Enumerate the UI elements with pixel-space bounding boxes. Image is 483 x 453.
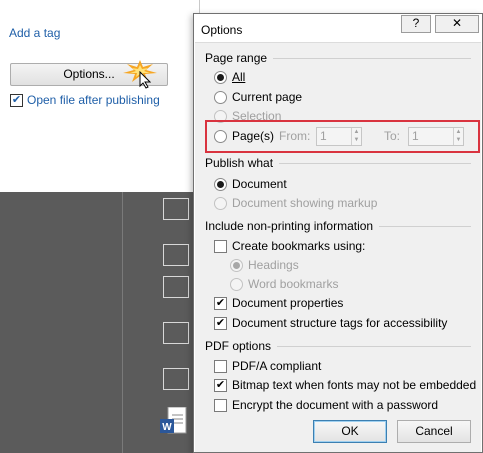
- encrypt-label: Encrypt the document with a password: [232, 398, 439, 412]
- svg-text:W: W: [162, 422, 172, 433]
- add-tag-link[interactable]: Add a tag: [9, 26, 60, 40]
- doc-properties-option[interactable]: ✔ Document properties: [214, 296, 343, 310]
- close-button[interactable]: ✕: [435, 15, 479, 33]
- radio-document[interactable]: Document: [214, 177, 287, 191]
- create-bookmarks-checkbox[interactable]: [214, 239, 227, 253]
- page-range-heading: Page range: [205, 51, 268, 65]
- dialog-title: Options: [201, 23, 243, 37]
- encrypt-option[interactable]: Encrypt the document with a password: [214, 398, 438, 412]
- radio-all-indicator[interactable]: [214, 70, 227, 84]
- radio-current-page-indicator[interactable]: [214, 90, 227, 104]
- doc-structure-label: Document structure tags for accessibilit…: [232, 316, 448, 330]
- mouse-pointer-icon: [139, 71, 151, 89]
- radio-current-page[interactable]: Current page: [214, 90, 302, 104]
- non-printing-heading: Include non-printing information: [205, 219, 374, 233]
- publish-what-group: Publish what: [205, 156, 471, 170]
- radio-headings-label: Headings: [248, 258, 299, 272]
- pdf-options-group: PDF options: [205, 339, 471, 353]
- radio-document-indicator[interactable]: [214, 177, 227, 191]
- to-label: To:: [384, 129, 401, 143]
- folder-icon: [163, 368, 189, 390]
- from-spinner-arrows-icon: ▲ ▼: [351, 128, 361, 145]
- doc-properties-checkbox[interactable]: ✔: [214, 296, 227, 310]
- radio-document-markup: Document showing markup: [214, 196, 377, 210]
- radio-document-label: Document: [232, 177, 287, 191]
- create-bookmarks-label: Create bookmarks using:: [232, 239, 366, 253]
- pdfa-checkbox[interactable]: [214, 359, 227, 373]
- doc-properties-label: Document properties: [232, 296, 344, 310]
- radio-pages-label: Page(s): [232, 129, 275, 143]
- publish-panel: Add a tag Options... ✔ Open file after p…: [0, 0, 200, 190]
- radio-headings-indicator: [230, 258, 243, 272]
- bitmap-text-label: Bitmap text when fonts may not be embedd…: [232, 378, 477, 392]
- ok-button[interactable]: OK: [313, 420, 387, 443]
- create-bookmarks-option[interactable]: Create bookmarks using:: [214, 239, 365, 253]
- bitmap-text-option[interactable]: ✔ Bitmap text when fonts may not be embe…: [214, 378, 476, 392]
- to-spinner-arrows-icon: ▲ ▼: [453, 128, 463, 145]
- open-after-label: Open file after publishing: [27, 93, 160, 107]
- bitmap-text-checkbox[interactable]: ✔: [214, 378, 227, 392]
- radio-pages-indicator[interactable]: [214, 129, 227, 143]
- cancel-button[interactable]: Cancel: [397, 420, 471, 443]
- pdfa-label: PDF/A compliant: [232, 359, 322, 373]
- radio-all[interactable]: All: [214, 70, 245, 84]
- open-after-checkbox[interactable]: ✔: [10, 93, 23, 107]
- radio-all-label: All: [232, 70, 246, 84]
- radio-word-bookmarks-indicator: [230, 277, 243, 291]
- folder-icon: [163, 244, 189, 266]
- radio-document-markup-indicator: [214, 196, 227, 210]
- word-document-icon: W: [160, 407, 187, 434]
- radio-word-bookmarks: Word bookmarks: [230, 277, 338, 291]
- dialog-titlebar[interactable]: Options ? ✕: [194, 14, 482, 42]
- radio-document-markup-label: Document showing markup: [232, 196, 378, 210]
- page-range-group: Page range: [205, 51, 471, 65]
- folder-icon: [163, 322, 189, 344]
- doc-structure-option[interactable]: ✔ Document structure tags for accessibil…: [214, 316, 447, 330]
- radio-word-bookmarks-label: Word bookmarks: [248, 277, 339, 291]
- from-value: 1: [320, 129, 327, 143]
- help-button[interactable]: ?: [401, 15, 431, 33]
- pdf-options-heading: PDF options: [205, 339, 272, 353]
- non-printing-group: Include non-printing information: [205, 219, 471, 233]
- to-value: 1: [412, 129, 419, 143]
- radio-headings: Headings: [230, 258, 299, 272]
- radio-pages[interactable]: Page(s): [214, 129, 274, 143]
- pdfa-option[interactable]: PDF/A compliant: [214, 359, 321, 373]
- radio-current-page-label: Current page: [232, 90, 303, 104]
- open-after-publishing[interactable]: ✔ Open file after publishing: [10, 93, 160, 107]
- folder-icon: [163, 276, 189, 298]
- folder-icon: [163, 198, 189, 220]
- publish-what-heading: Publish what: [205, 156, 274, 170]
- encrypt-checkbox[interactable]: [214, 398, 227, 412]
- from-spinner: 1 ▲ ▼: [316, 127, 362, 146]
- from-label: From:: [279, 129, 311, 143]
- doc-structure-checkbox[interactable]: ✔: [214, 316, 227, 330]
- to-spinner: 1 ▲ ▼: [408, 127, 464, 146]
